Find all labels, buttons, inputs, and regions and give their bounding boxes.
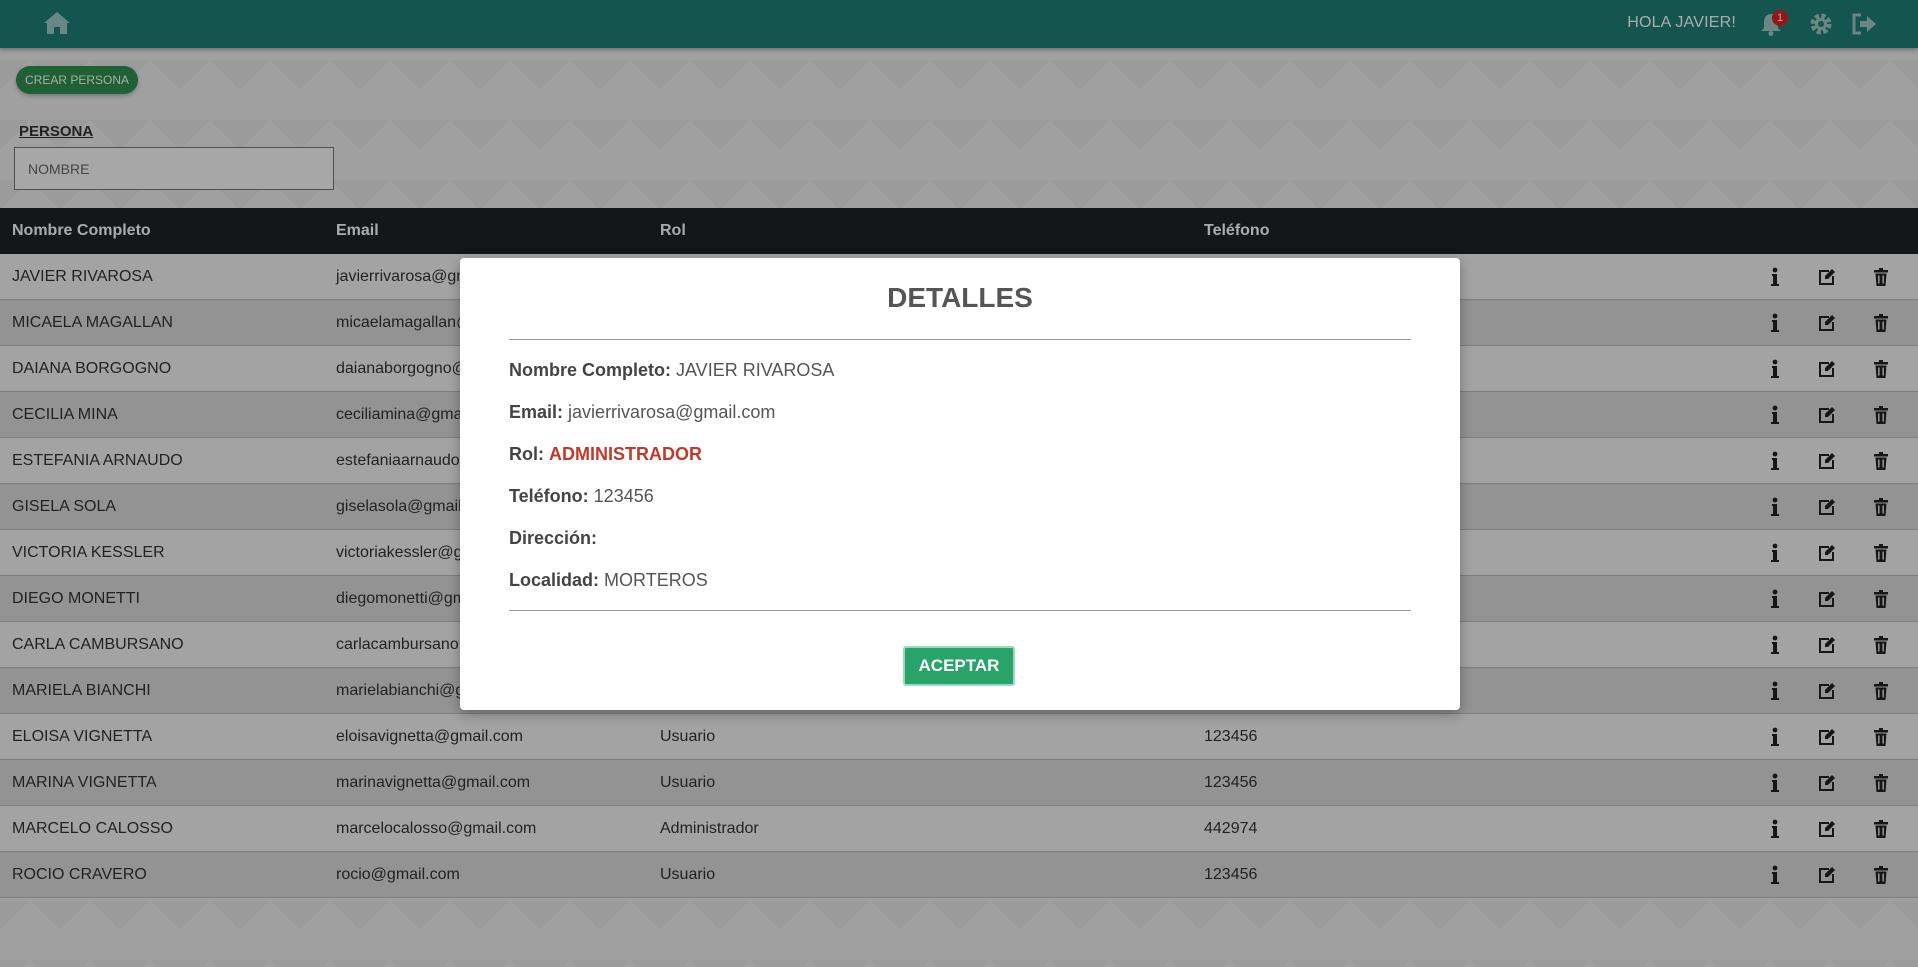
details-modal: DETALLES Nombre Completo: JAVIER RIVAROS… bbox=[460, 258, 1460, 710]
detail-phone: Teléfono: 123456 bbox=[509, 486, 654, 507]
detail-email: Email: javierrivarosa@gmail.com bbox=[509, 402, 775, 423]
detail-label: Rol: bbox=[509, 444, 544, 464]
detail-value: JAVIER RIVAROSA bbox=[676, 360, 835, 380]
detail-rol: Rol: ADMINISTRADOR bbox=[509, 444, 702, 465]
detail-label: Dirección: bbox=[509, 528, 598, 548]
detail-label: Teléfono: bbox=[509, 486, 589, 506]
detail-value: ADMINISTRADOR bbox=[549, 444, 703, 464]
accept-button[interactable]: ACEPTAR bbox=[903, 646, 1015, 686]
detail-label: Localidad: bbox=[509, 570, 600, 590]
detail-locality: Localidad: MORTEROS bbox=[509, 570, 708, 591]
detail-fullname: Nombre Completo: JAVIER RIVAROSA bbox=[509, 360, 834, 381]
detail-value: javierrivarosa@gmail.com bbox=[568, 402, 776, 422]
detail-value: MORTEROS bbox=[604, 570, 708, 590]
modal-title: DETALLES bbox=[887, 282, 1033, 313]
divider bbox=[509, 610, 1411, 611]
detail-label: Email: bbox=[509, 402, 564, 422]
detail-label: Nombre Completo: bbox=[509, 360, 671, 380]
detail-value: 123456 bbox=[593, 486, 654, 506]
detail-address: Dirección: bbox=[509, 528, 597, 549]
divider bbox=[509, 339, 1411, 340]
